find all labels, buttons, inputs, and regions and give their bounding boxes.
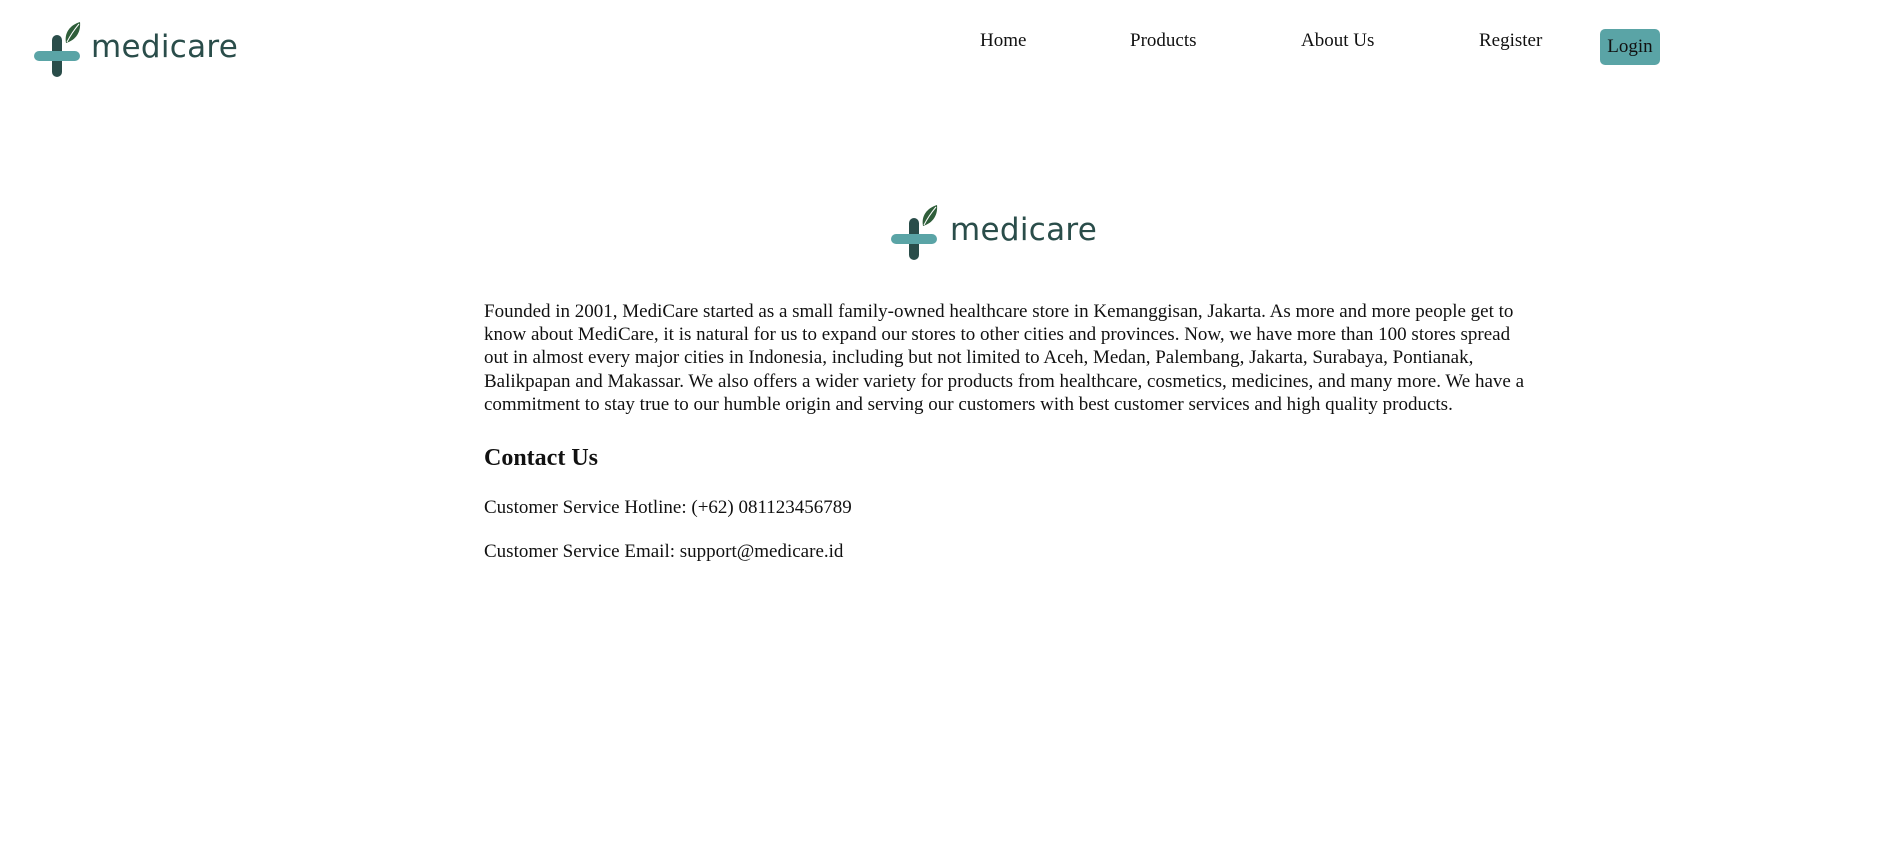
contact-hotline: Customer Service Hotline: (+62) 08112345…	[484, 497, 852, 519]
about-logo: medicare	[891, 204, 1097, 262]
nav-about-link[interactable]: About Us	[1301, 29, 1374, 53]
header-logo[interactable]: medicare	[34, 21, 238, 79]
logo-wordmark: medicare	[950, 212, 1098, 248]
nav-register-link[interactable]: Register	[1479, 29, 1542, 53]
contact-email: Customer Service Email: support@medicare…	[484, 541, 844, 563]
logo-wordmark: medicare	[91, 29, 239, 65]
about-description: Founded in 2001, MediCare started as a s…	[484, 301, 1524, 415]
nav-home-link[interactable]: Home	[980, 29, 1026, 53]
medical-cross-leaf-icon	[891, 205, 938, 260]
nav-products-link[interactable]: Products	[1130, 29, 1197, 53]
medical-cross-leaf-icon	[34, 22, 81, 77]
about-content: Founded in 2001, MediCare started as a s…	[484, 300, 1524, 564]
contact-title: Contact Us	[484, 445, 598, 472]
login-button[interactable]: Login	[1600, 29, 1660, 65]
